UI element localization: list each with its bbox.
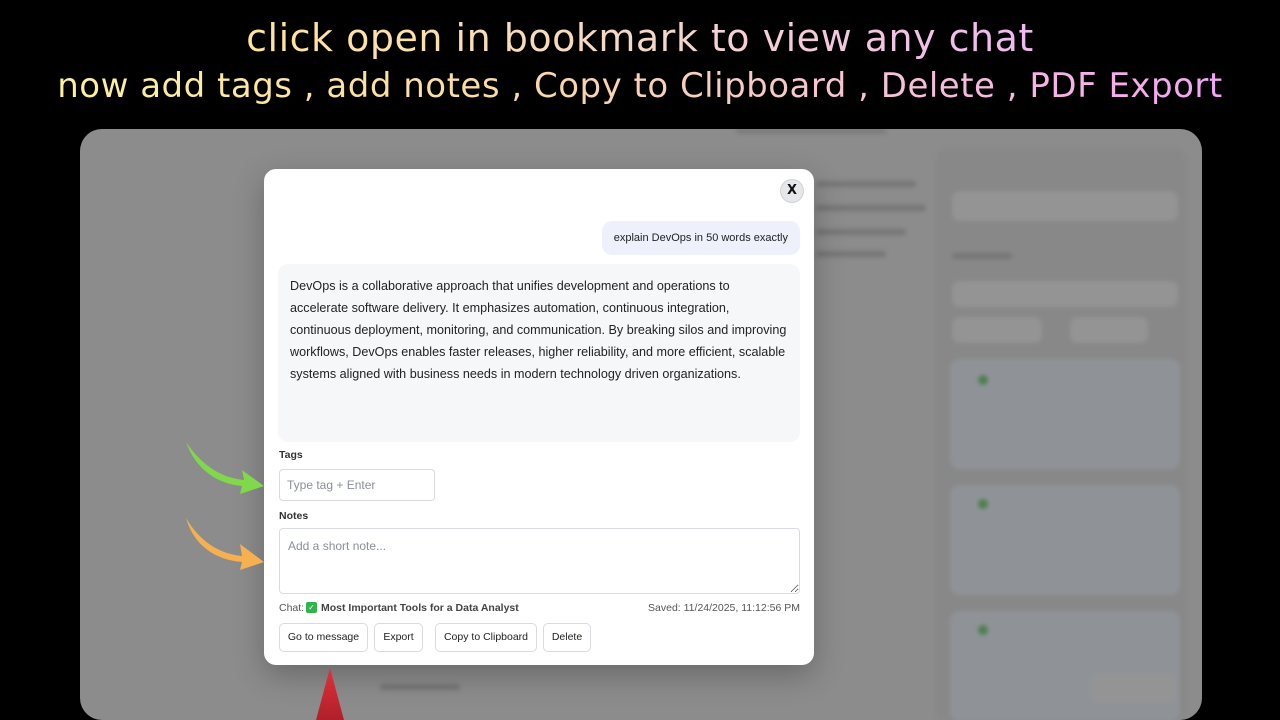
bg-feature-select (1070, 317, 1148, 343)
green-arrow-icon (186, 442, 264, 494)
copy-to-clipboard-button[interactable]: Copy to Clipboard (435, 623, 537, 652)
assistant-answer: DevOps is a collaborative approach that … (278, 264, 800, 442)
bg-folder-select (952, 317, 1042, 343)
headline-line-2-text: now add tags , add notes , Copy to Clipb… (57, 66, 1223, 106)
bg-text-line (816, 205, 926, 211)
bg-dot (978, 375, 988, 385)
headline-line-1-text: click open in bookmark to view any chat (246, 16, 1034, 60)
orange-arrow-icon (186, 518, 264, 570)
headline-line-2: now add tags , add notes , Copy to Clipb… (0, 66, 1280, 106)
bg-google-button (952, 191, 1178, 221)
chat-meta-row: Chat: ✓ Most Important Tools for a Data … (279, 601, 800, 617)
export-button[interactable]: Export (374, 623, 423, 652)
bg-text-line (816, 251, 886, 257)
bg-text-line (816, 181, 916, 187)
bg-dot (978, 499, 988, 509)
bg-text-line (736, 129, 886, 133)
headline-line-1: click open in bookmark to view any chat (0, 16, 1280, 60)
user-message-bubble: explain DevOps in 50 words exactly (601, 221, 800, 255)
delete-button[interactable]: Delete (543, 623, 591, 652)
notes-label: Notes (279, 510, 309, 522)
bg-dot (978, 625, 988, 635)
chat-name: Most Important Tools for a Data Analyst (321, 602, 519, 614)
close-button[interactable]: X (780, 179, 804, 203)
bookmark-modal: X explain DevOps in 50 words exactly Dev… (264, 169, 814, 665)
screen: click open in bookmark to view any chat … (0, 0, 1280, 720)
bg-text-line (380, 684, 460, 690)
red-arrow-icon (316, 668, 344, 720)
bg-search (952, 281, 1178, 307)
tag-input[interactable] (279, 469, 435, 501)
go-to-message-button[interactable]: Go to message (279, 623, 368, 652)
chat-prefix: Chat: (279, 602, 305, 614)
bg-bookmarks-button (1092, 674, 1176, 702)
check-square-icon: ✓ (306, 602, 317, 613)
notes-field[interactable] (279, 528, 800, 594)
bg-text-line (952, 253, 1012, 259)
tags-label: Tags (279, 449, 303, 461)
bg-text-line (816, 229, 906, 235)
saved-timestamp: Saved: 11/24/2025, 11:12:56 PM (648, 602, 800, 614)
